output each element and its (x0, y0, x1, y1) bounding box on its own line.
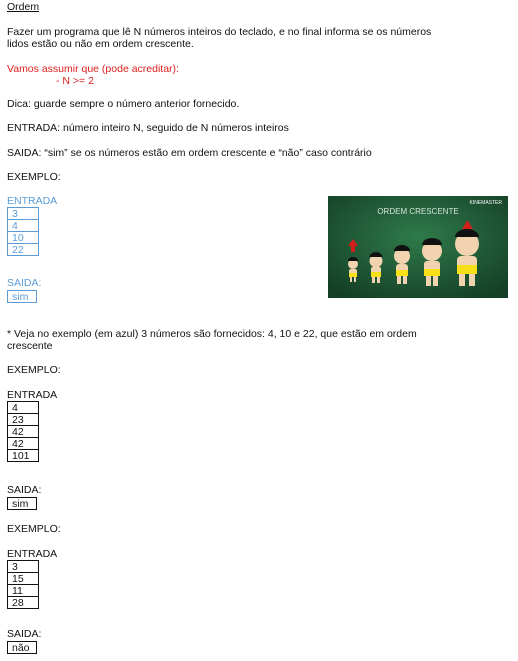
assume-line-1: Vamos assumir que (pode acreditar): (7, 63, 179, 75)
example-2-input-value: 4 (8, 402, 38, 414)
note-line-1: * Veja no exemplo (em azul) 3 números sã… (7, 328, 417, 340)
example-3-input-value: 3 (8, 561, 38, 573)
example-2-input-value: 101 (8, 450, 38, 462)
tip-text: Dica: guarde sempre o número anterior fo… (7, 98, 240, 110)
example-3-output-value: não (7, 641, 37, 654)
example-1-input-value: 10 (8, 232, 38, 244)
example-3-label: EXEMPLO: (7, 523, 61, 535)
example-3-input-label: ENTRADA (7, 548, 58, 560)
example-3-input-box: 3 15 11 28 (7, 560, 39, 609)
example-2-output-value: sim (7, 497, 37, 510)
video-caption: ORDEM CRESCENTE (377, 207, 458, 216)
example-2-input-value: 42 (8, 438, 38, 450)
example-2-input-value: 42 (8, 426, 38, 438)
video-thumbnail[interactable]: KINEMASTER ORDEM CRESCENTE (328, 196, 508, 298)
video-illustration: KINEMASTER ORDEM CRESCENTE (328, 196, 508, 298)
example-1-input-value: 3 (8, 208, 38, 220)
example-1-input-box: 3 4 10 22 (7, 207, 39, 256)
doc-title: Ordem (7, 1, 40, 13)
example-1-label: EXEMPLO: (7, 171, 61, 183)
example-1-output-value: sim (7, 290, 37, 303)
example-3-input-value: 11 (8, 585, 38, 597)
example-3-output-label: SAIDA: (7, 628, 42, 640)
note-line-2: crescente (7, 340, 53, 352)
example-2-output-label: SAIDA: (7, 484, 42, 496)
example-1-input-value: 22 (8, 244, 38, 256)
intro-line-2: lidos estão ou não em ordem crescente. (7, 38, 194, 50)
video-watermark: KINEMASTER (469, 200, 502, 206)
example-3-input-value: 28 (8, 597, 38, 609)
intro-line-1: Fazer um programa que lê N números intei… (7, 26, 432, 38)
example-1-input-value: 4 (8, 220, 38, 232)
input-description: ENTRADA: número inteiro N, seguido de N … (7, 122, 289, 134)
example-1-output-label: SAIDA: (7, 277, 42, 289)
example-2-input-label: ENTRADA (7, 389, 58, 401)
example-1-input-label: ENTRADA (7, 195, 58, 207)
assume-line-2: - N >= 2 (56, 75, 94, 87)
example-3-input-value: 15 (8, 573, 38, 585)
output-description: SAIDA: “sim” se os números estão em orde… (7, 147, 372, 159)
example-2-label: EXEMPLO: (7, 364, 61, 376)
example-2-input-box: 4 23 42 42 101 (7, 401, 39, 462)
example-2-input-value: 23 (8, 414, 38, 426)
